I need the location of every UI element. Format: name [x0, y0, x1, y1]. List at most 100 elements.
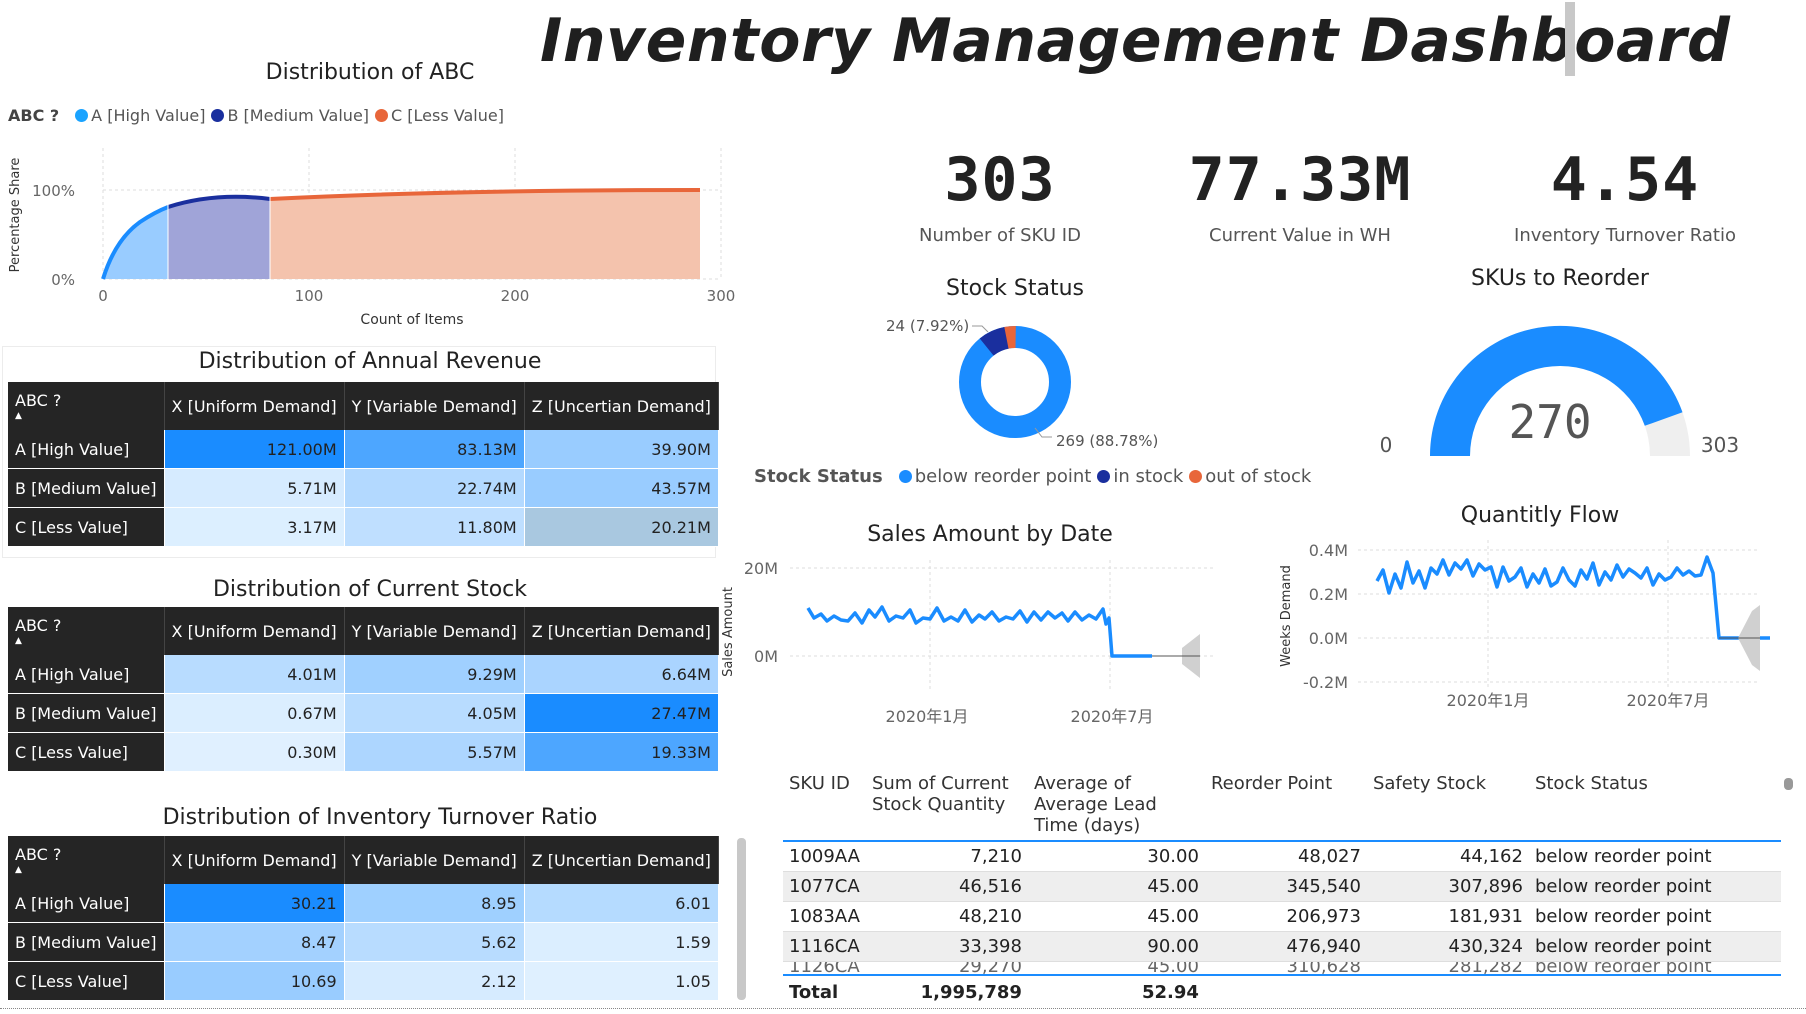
matrix-row-header[interactable]: C [Less Value]	[8, 732, 165, 772]
matrix-header-cell[interactable]: Z [Uncertian Demand]	[524, 382, 719, 430]
matrix-cell[interactable]: 27.47M	[524, 693, 719, 733]
table-cell: below reorder point	[1528, 871, 1781, 902]
matrix-row-header[interactable]: C [Less Value]	[8, 961, 165, 1001]
sku-table-scrollbar[interactable]	[1784, 778, 1793, 790]
matrix-header-cell[interactable]: Y [Variable Demand]	[344, 607, 525, 655]
table-cell: 1077CA	[783, 871, 866, 902]
table-cell: below reorder point	[1528, 841, 1781, 872]
legend-below-label[interactable]: below reorder point	[915, 466, 1092, 487]
legend-a-label[interactable]: A [High Value]	[91, 106, 205, 125]
table-row[interactable]: 1126CA 29,270 45.00 310,628 281,282 below reo…	[783, 961, 1781, 976]
col-current-stock[interactable]: Sum of Current Stock Quantity	[865, 769, 1028, 842]
gauge-title: SKUs to Reorder	[1471, 266, 1649, 291]
gauge-max: 303	[1700, 433, 1740, 457]
matrix-cell[interactable]: 5.57M	[344, 732, 525, 772]
matrix-cell[interactable]: 4.01M	[164, 655, 345, 694]
donut-slice-below[interactable]	[959, 326, 1071, 438]
table-cell: 7,210	[865, 841, 1028, 872]
matrix-header-cell[interactable]: ABC ? ▲	[8, 836, 165, 884]
matrix-row-header[interactable]: C [Less Value]	[8, 507, 165, 547]
table-total-row: Total 1,995,789 52.94	[783, 974, 1781, 1008]
pareto-title: Distribution of ABC	[265, 60, 475, 85]
kpi-sku-count: 303	[944, 145, 1056, 215]
sort-ascending-icon[interactable]: ▲	[15, 637, 157, 646]
matrix-header-cell[interactable]: X [Uniform Demand]	[164, 382, 345, 430]
legend-a-icon	[75, 109, 89, 122]
col-stock-status[interactable]: Stock Status	[1528, 769, 1781, 842]
matrix-cell[interactable]: 11.80M	[344, 507, 525, 547]
matrix-cell[interactable]: 3.17M	[164, 507, 345, 547]
legend-b-label[interactable]: B [Medium Value]	[227, 106, 369, 125]
matrix-header-cell[interactable]: X [Uniform Demand]	[164, 836, 345, 884]
matrix-row-header[interactable]: A [High Value]	[8, 430, 165, 469]
matrix-row-header[interactable]: A [High Value]	[8, 884, 165, 923]
matrix-cell[interactable]: 39.90M	[524, 430, 719, 469]
turnover-matrix[interactable]: ABC ? ▲ X [Uniform Demand] Y [Variable Dema…	[8, 836, 719, 1001]
matrix-row-header[interactable]: A [High Value]	[8, 655, 165, 694]
matrix-cell[interactable]: 19.33M	[524, 732, 719, 772]
matrix-cell[interactable]: 4.05M	[344, 693, 525, 733]
matrix-header-cell[interactable]: X [Uniform Demand]	[164, 607, 345, 655]
legend-c-icon	[375, 109, 389, 122]
pareto-legend: ABC ? A [High Value] B [Medium Value] C …	[8, 106, 504, 125]
matrix-cell[interactable]: 30.21	[164, 884, 345, 923]
matrix-cell[interactable]: 5.62	[344, 922, 525, 962]
table-row[interactable]: 1116CA 33,398 90.00 476,940 430,324 below reo…	[783, 931, 1781, 962]
matrix-cell[interactable]: 43.57M	[524, 468, 719, 508]
matrix-cell[interactable]: 0.30M	[164, 732, 345, 772]
matrix-cell[interactable]: 22.74M	[344, 468, 525, 508]
matrix-cell[interactable]: 8.47	[164, 922, 345, 962]
sort-ascending-icon[interactable]: ▲	[15, 866, 157, 875]
stock-title: Distribution of Current Stock	[212, 577, 528, 602]
stock-matrix[interactable]: ABC ? ▲ X [Uniform Demand] Y [Variable Dema…	[8, 607, 719, 772]
stock-status-legend-title: Stock Status	[754, 466, 883, 487]
sort-ascending-icon[interactable]: ▲	[15, 412, 157, 421]
matrix-scrollbar[interactable]	[737, 838, 746, 1000]
matrix-row-header[interactable]: B [Medium Value]	[8, 922, 165, 962]
matrix-cell[interactable]: 121.00M	[164, 430, 345, 469]
table-row[interactable]: 1009AA 7,210 30.00 48,027 44,162 below reorde…	[783, 841, 1781, 872]
table-row[interactable]: 1077CA 46,516 45.00 345,540 307,896 below reo…	[783, 871, 1781, 902]
matrix-cell[interactable]: 2.12	[344, 961, 525, 1001]
matrix-cell[interactable]: 10.69	[164, 961, 345, 1001]
matrix-header-cell[interactable]: Z [Uncertian Demand]	[524, 607, 719, 655]
sku-table[interactable]: SKU ID Sum of Current Stock Quantity Ave…	[783, 769, 1781, 1008]
table-cell: 48,210	[865, 901, 1028, 932]
pareto-chart[interactable]: 100% 0% 0 100 200 300 Count of Items Per…	[0, 140, 740, 340]
col-reorder-point[interactable]: Reorder Point	[1204, 769, 1367, 842]
matrix-header-cell[interactable]: Y [Variable Demand]	[344, 382, 525, 430]
matrix-cell[interactable]: 6.64M	[524, 655, 719, 694]
table-row[interactable]: 1083AA 48,210 45.00 206,973 181,931 below reo…	[783, 901, 1781, 932]
matrix-header-cell[interactable]: Z [Uncertian Demand]	[524, 836, 719, 884]
pareto-ytick: 100%	[32, 182, 75, 200]
sales-chart[interactable]: 20M 0M 2020年1月 2020年7月 Sales Amount	[715, 550, 1225, 735]
matrix-cell[interactable]: 5.71M	[164, 468, 345, 508]
matrix-cell[interactable]: 6.01	[524, 884, 719, 923]
legend-outofstock-label[interactable]: out of stock	[1205, 466, 1311, 487]
matrix-cell[interactable]: 0.67M	[164, 693, 345, 733]
table-cell: 46,516	[865, 871, 1028, 902]
col-lead-time[interactable]: Average of Average Lead Time (days)	[1027, 769, 1205, 842]
matrix-cell[interactable]: 8.95	[344, 884, 525, 923]
col-safety-stock[interactable]: Safety Stock	[1366, 769, 1529, 842]
legend-instock-label[interactable]: in stock	[1113, 466, 1183, 487]
matrix-cell[interactable]: 20.21M	[524, 507, 719, 547]
col-sku-id[interactable]: SKU ID	[783, 769, 866, 842]
matrix-cell[interactable]: 9.29M	[344, 655, 525, 694]
flow-ytick: -0.2M	[1303, 673, 1348, 692]
legend-c-label[interactable]: C [Less Value]	[391, 106, 504, 125]
matrix-header-cell[interactable]: Y [Variable Demand]	[344, 836, 525, 884]
matrix-row-header[interactable]: B [Medium Value]	[8, 468, 165, 508]
flow-chart[interactable]: 0.4M 0.2M 0.0M -0.2M 2020年1月 2020年7月 Wee…	[1270, 530, 1770, 730]
matrix-header-cell[interactable]: ABC ? ▲	[8, 382, 165, 430]
table-total-cell: 52.94	[1027, 974, 1205, 1008]
matrix-cell[interactable]: 83.13M	[344, 430, 525, 469]
revenue-matrix[interactable]: ABC ? ▲ X [Uniform Demand] Y [Variable Dema…	[8, 382, 719, 547]
legend-outofstock-icon	[1189, 470, 1203, 483]
matrix-row: B [Medium Value] 5.71M 22.74M 43.57M	[8, 468, 719, 508]
matrix-cell[interactable]: 1.59	[524, 922, 719, 962]
sales-ylabel: Sales Amount	[721, 587, 736, 677]
matrix-header-cell[interactable]: ABC ? ▲	[8, 607, 165, 655]
matrix-cell[interactable]: 1.05	[524, 961, 719, 1001]
matrix-row-header[interactable]: B [Medium Value]	[8, 693, 165, 733]
